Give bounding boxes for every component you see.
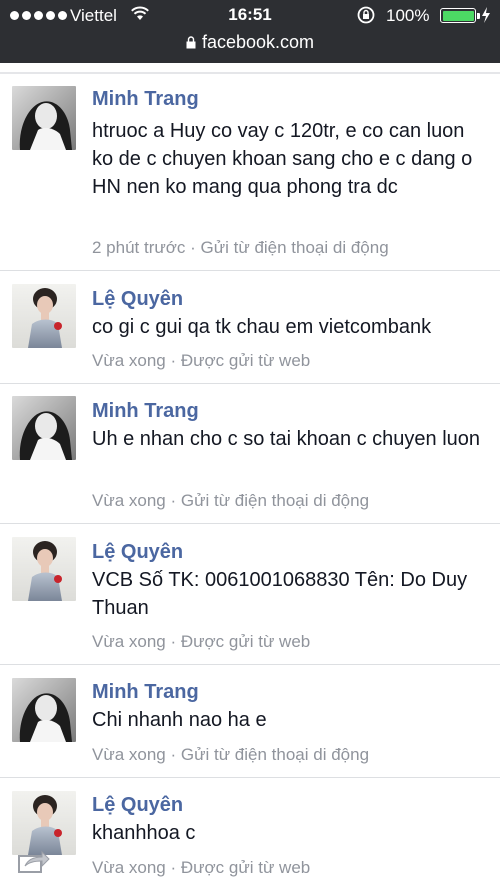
rotation-lock-icon — [357, 6, 375, 24]
message-meta: 2 phút trước · Gửi từ điện thoại di động — [92, 238, 389, 257]
message-meta: Vừa xong · Gửi từ điện thoại di động — [92, 745, 370, 764]
le-quyen-avatar[interactable] — [12, 284, 76, 348]
sender-name[interactable]: Lệ Quyên — [92, 288, 183, 311]
divider — [0, 664, 500, 665]
message-text: VCB Số TK: 0061001068830 Tên: Do Duy Thu… — [92, 569, 468, 619]
address-bar[interactable]: facebook.com — [0, 32, 500, 56]
message-text: Uh e nhan cho c so tai khoan c chuyen lu… — [92, 428, 481, 450]
message-meta: Vừa xong · Được gửi từ web — [92, 858, 311, 877]
browser-top-bar: Viettel 16:51 100% facebook.com — [0, 0, 500, 63]
message-text: khanhhoa c — [92, 822, 196, 844]
battery-icon — [440, 8, 480, 23]
sender-name[interactable]: Lệ Quyên — [92, 541, 183, 564]
divider — [0, 777, 500, 778]
sender-name[interactable]: Minh Trang — [92, 88, 199, 111]
message-meta: Vừa xong · Gửi từ điện thoại di động — [92, 491, 370, 510]
message-text: Chi nhanh nao ha e — [92, 709, 267, 731]
le-quyen-avatar[interactable] — [12, 791, 76, 855]
divider — [0, 523, 500, 524]
minh-trang-avatar[interactable] — [12, 396, 76, 460]
minh-trang-avatar[interactable] — [12, 678, 76, 742]
battery-percent: 100% — [386, 6, 430, 25]
url-text: facebook.com — [201, 32, 315, 52]
message-meta: Vừa xong · Được gửi từ web — [92, 632, 311, 651]
status-bar: Viettel 16:51 100% — [0, 4, 500, 30]
carrier-name: Viettel — [70, 6, 117, 25]
sender-name[interactable]: Minh Trang — [92, 681, 199, 704]
message-text: htruoc a Huy co vay c 120tr, e co can lu… — [92, 120, 473, 198]
share-icon[interactable] — [18, 848, 50, 874]
clock-time: 16:51 — [228, 5, 272, 24]
divider — [0, 383, 500, 384]
lock-icon — [186, 36, 196, 49]
message-meta: Vừa xong · Được gửi từ web — [92, 351, 311, 370]
sender-name[interactable]: Lệ Quyên — [92, 794, 183, 817]
divider — [0, 270, 500, 271]
minh-trang-avatar[interactable] — [12, 86, 76, 150]
charging-icon — [482, 7, 490, 23]
wifi-icon — [131, 6, 149, 20]
message-list: Minh Trang htruoc a Huy co vay c 120tr, … — [0, 63, 500, 889]
divider — [0, 72, 500, 74]
signal-strength-icon — [10, 11, 67, 20]
message-text: co gi c gui qa tk chau em vietcombank — [92, 316, 432, 338]
sender-name[interactable]: Minh Trang — [92, 400, 199, 423]
le-quyen-avatar[interactable] — [12, 537, 76, 601]
